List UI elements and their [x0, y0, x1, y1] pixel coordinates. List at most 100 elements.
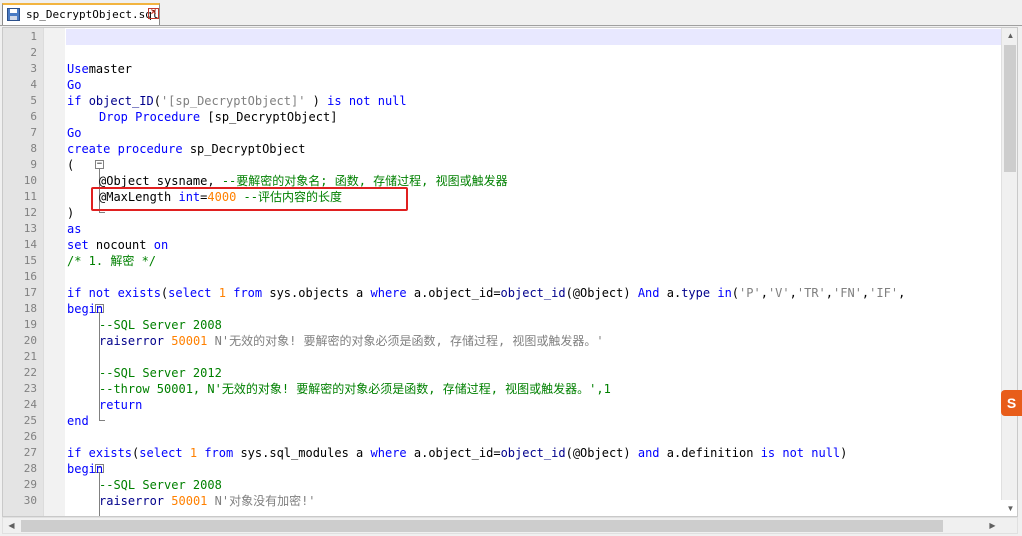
code-token: return — [99, 398, 143, 412]
code-token: 1 — [189, 446, 198, 460]
line-number: 28 — [23, 462, 37, 475]
line-number: 21 — [23, 350, 37, 363]
code-token: ) — [305, 94, 328, 108]
code-line[interactable]: begin — [67, 461, 103, 477]
line-number: 30 — [23, 494, 37, 507]
sogou-ime-icon[interactable]: S — [1001, 390, 1022, 416]
line-number: 19 — [23, 318, 37, 331]
code-token: '[sp_DecryptObject]' — [160, 94, 306, 108]
code-line[interactable]: Usemaster — [67, 61, 132, 77]
code-editor[interactable]: 1 2 3 4 5 6 7 8 9 10 11 12 13 14 15 16 17 18 19 20 21 22 23 24 2… — [2, 27, 1018, 517]
line-number: 10 — [23, 174, 37, 187]
line-number: 27 — [23, 446, 37, 459]
code-line[interactable]: begin — [67, 301, 103, 317]
horizontal-scrollbar[interactable]: ◀ ▶ — [2, 517, 1018, 534]
fold-collapse-icon[interactable]: − — [95, 160, 104, 169]
code-token: begin — [67, 462, 104, 476]
code-token: where — [370, 286, 407, 300]
code-token: a. — [659, 286, 682, 300]
code-token: on — [153, 238, 169, 252]
code-token: N'无效的对象! 要解密的对象必须是函数, 存储过程, 视图或触发器。' — [214, 334, 604, 348]
code-token: a.object_id= — [406, 286, 501, 300]
code-token: set — [67, 238, 89, 252]
code-line[interactable]: --SQL Server 2008 — [67, 477, 222, 493]
code-token: Drop Procedure — [99, 110, 201, 124]
line-number: 3 — [30, 62, 37, 75]
code-token: N'对象没有加密!' — [214, 494, 316, 508]
code-token: 'V' — [767, 286, 790, 300]
code-line[interactable]: if not exists (select 1 from sys.objects … — [67, 285, 905, 301]
code-token: type — [681, 286, 711, 300]
code-token: in — [717, 286, 732, 300]
code-line[interactable]: if exists(select 1 from sys.sql_modules … — [67, 445, 847, 461]
line-number: 24 — [23, 398, 37, 411]
scroll-left-arrow-icon[interactable]: ◀ — [3, 521, 20, 530]
close-icon[interactable]: × — [148, 8, 159, 19]
code-token: from — [204, 446, 234, 460]
code-token: where — [370, 446, 407, 460]
code-line[interactable]: Go — [67, 77, 81, 93]
code-line[interactable]: return — [67, 397, 142, 413]
code-line[interactable]: raiserror 50001 N'对象没有加密!' — [67, 493, 316, 509]
code-token: /* 1. 解密 */ — [67, 254, 157, 268]
code-token: --SQL Server 2012 — [99, 366, 222, 380]
code-token: ) — [840, 446, 848, 460]
code-token: end — [67, 414, 89, 428]
code-line[interactable]: --SQL Server 2012 — [67, 365, 222, 381]
code-token: as — [67, 222, 82, 236]
scroll-down-arrow-icon[interactable]: ▼ — [1002, 504, 1017, 513]
horizontal-scroll-thumb[interactable] — [21, 520, 943, 532]
tab-sp-decryptobject[interactable]: sp_DecryptObject.sql × — [2, 3, 160, 25]
line-number: 12 — [23, 206, 37, 219]
fold-end-marker — [99, 212, 105, 213]
code-line[interactable]: ) — [67, 205, 74, 221]
code-token: object_ID — [88, 94, 154, 108]
code-token: [sp_DecryptObject] — [200, 110, 338, 124]
code-token: 'IF' — [869, 286, 899, 300]
code-token: from — [233, 286, 263, 300]
line-number: 17 — [23, 286, 37, 299]
tab-bar: sp_DecryptObject.sql × — [0, 0, 1022, 26]
code-line[interactable]: as — [67, 221, 81, 237]
annotation-highlight-box — [91, 187, 408, 211]
code-token: 1 — [218, 286, 226, 300]
code-token: ( — [153, 94, 161, 108]
current-line-highlight — [66, 29, 1001, 45]
line-number: 13 — [23, 222, 37, 235]
vertical-scrollbar[interactable]: ▲ ▼ — [1001, 28, 1017, 513]
code-token: @Object sysname, — [99, 174, 222, 188]
code-line[interactable]: ( — [67, 157, 74, 173]
code-token: ( — [731, 286, 740, 300]
code-line[interactable]: set nocount on — [67, 237, 168, 253]
code-line[interactable]: raiserror 50001 N'无效的对象! 要解密的对象必须是函数, 存储… — [67, 333, 604, 349]
code-line[interactable]: Drop Procedure [sp_DecryptObject] — [67, 109, 337, 125]
code-token: object_id — [500, 286, 566, 300]
line-number: 18 — [23, 302, 37, 315]
scroll-right-arrow-icon[interactable]: ▶ — [984, 521, 1001, 530]
code-line[interactable]: --SQL Server 2008 — [67, 317, 222, 333]
code-line[interactable]: Go — [67, 125, 81, 141]
code-token: (@Object) — [565, 286, 638, 300]
code-token: 'P' — [739, 286, 761, 300]
code-line[interactable]: --throw 50001, N'无效的对象! 要解密的对象必须是函数, 存储过… — [67, 381, 611, 397]
line-number: 25 — [23, 414, 37, 427]
code-line[interactable]: end — [67, 413, 89, 429]
line-number: 6 — [30, 110, 37, 123]
scroll-up-arrow-icon[interactable]: ▲ — [1002, 31, 1017, 40]
code-line[interactable]: create procedure sp_DecryptObject — [67, 141, 305, 157]
line-number: 11 — [23, 190, 37, 203]
code-token: and — [637, 446, 660, 460]
code-token: object_id — [500, 446, 566, 460]
code-token: master — [88, 62, 133, 76]
code-token: 50001 — [171, 494, 208, 508]
line-number: 20 — [23, 334, 37, 347]
vertical-scroll-thumb[interactable] — [1004, 45, 1016, 172]
line-number: 7 — [30, 126, 37, 139]
code-line[interactable]: if object_ID('[sp_DecryptObject]' ) is n… — [67, 93, 407, 109]
code-line[interactable]: /* 1. 解密 */ — [67, 253, 156, 269]
code-token: is not null — [327, 94, 407, 108]
